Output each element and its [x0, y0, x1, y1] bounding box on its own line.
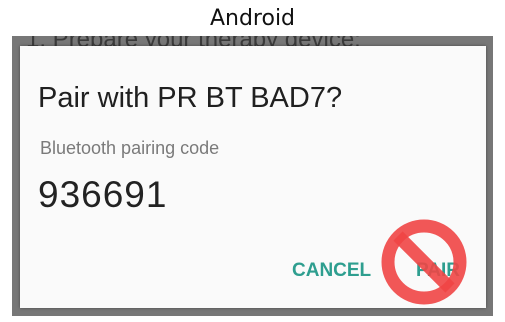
pairing-code-value: 936691 [38, 174, 168, 215]
prohibited-icon [381, 219, 467, 305]
dialog-title: Pair with PR BT BAD7? [38, 82, 343, 114]
pairing-code-label: Bluetooth pairing code [40, 138, 220, 158]
figure-caption: Android [209, 6, 296, 31]
cancel-button[interactable]: CANCEL [292, 260, 371, 282]
prohibited-slash [393, 231, 455, 293]
